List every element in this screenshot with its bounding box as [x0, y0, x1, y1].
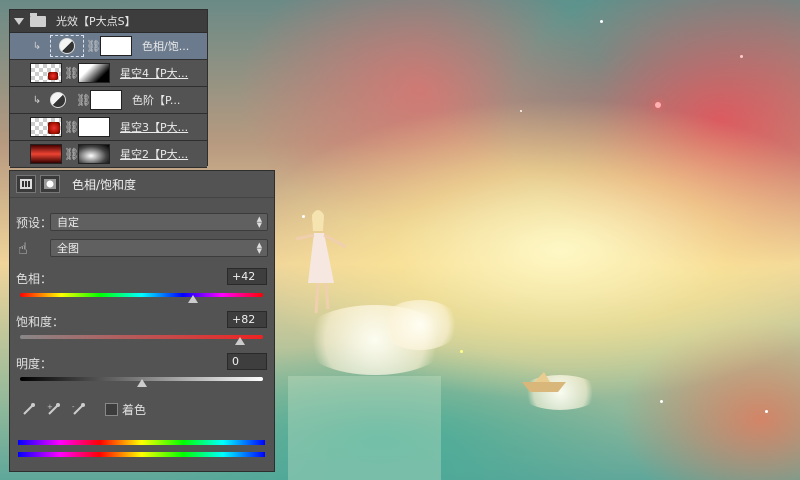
lightness-value-input[interactable]: 0 — [227, 353, 267, 370]
properties-title: 色相/饱和度 — [72, 177, 137, 192]
hue-value-input[interactable]: +42 — [227, 268, 267, 285]
star — [660, 400, 663, 403]
layer-row[interactable]: ↳ ⛓ 色相/饱... — [10, 33, 207, 60]
hue-slider-track[interactable] — [20, 293, 263, 297]
layer-row[interactable]: ↳ ⛓ 色阶【P... — [10, 87, 207, 114]
preset-row: 预设： — [16, 214, 52, 231]
channel-select[interactable]: 全图 ▲ ▼ — [50, 239, 268, 257]
hue-slider-thumb[interactable] — [187, 295, 198, 303]
output-color-bar — [18, 452, 265, 457]
eyedropper-plus-icon[interactable]: + — [47, 402, 61, 416]
input-color-bar — [18, 440, 265, 445]
eyedropper-minus-icon[interactable]: - — [72, 402, 86, 416]
hand-target-icon[interactable]: ☝ — [18, 239, 38, 259]
layer-name: 星空2【P大... — [120, 148, 189, 161]
link-chain-icon[interactable]: ⛓ — [86, 39, 101, 53]
svg-text:+: + — [47, 403, 53, 411]
link-chain-icon[interactable]: ⛓ — [76, 93, 91, 107]
link-chain-icon[interactable]: ⛓ — [64, 120, 79, 134]
properties-panel: 色相/饱和度 预设： 自定 ▲ ▼ ☝ 全图 ▲ ▼ 色相： +42 饱和度： +8… — [9, 170, 275, 472]
properties-header: 色相/饱和度 — [10, 171, 274, 198]
hue-label: 色相： — [16, 272, 53, 286]
expand-triangle-icon[interactable] — [14, 17, 24, 25]
star — [460, 350, 463, 353]
folder-icon — [30, 12, 46, 27]
star — [765, 410, 768, 413]
mask-tab-icon[interactable] — [40, 175, 60, 193]
layer-name: 色阶【P... — [132, 94, 181, 107]
star — [520, 110, 522, 112]
layer-group-name: 光效【P大点S】 — [56, 15, 136, 28]
saturation-slider-thumb[interactable] — [234, 337, 245, 345]
link-chain-icon[interactable]: ⛓ — [64, 66, 79, 80]
layer-thumbnail[interactable] — [30, 63, 62, 83]
layer-row[interactable]: ⛓ 星空4【P大... — [10, 60, 207, 87]
lightness-label: 明度： — [16, 357, 53, 371]
adjustment-layer-icon[interactable] — [50, 92, 66, 108]
layers-panel: 光效【P大点S】 ↳ ⛓ 色相/饱... ⛓ 星空4【P大... ↳ ⛓ 色阶【… — [9, 9, 208, 168]
overlay-rect — [288, 376, 441, 480]
layer-mask-thumbnail[interactable] — [90, 90, 122, 110]
clip-arrow-icon: ↳ — [32, 94, 42, 106]
adjustment-tab-icon[interactable] — [16, 175, 36, 193]
clip-arrow-icon: ↳ — [32, 40, 42, 52]
saturation-value-input[interactable]: +82 — [227, 311, 267, 328]
saturation-slider-track[interactable] — [20, 335, 263, 339]
layer-thumbnail[interactable] — [30, 117, 62, 137]
layer-name: 星空3【P大... — [120, 121, 189, 134]
star — [655, 102, 661, 108]
preset-label: 预设： — [16, 216, 53, 230]
layer-mask-thumbnail[interactable] — [78, 144, 110, 164]
lightness-slider-thumb[interactable] — [136, 379, 147, 387]
preset-value: 自定 — [57, 216, 79, 229]
eyedropper-icon[interactable] — [22, 402, 36, 416]
layer-row[interactable]: ⛓ 星空3【P大... — [10, 114, 207, 141]
star — [600, 20, 603, 23]
layer-group[interactable]: 光效【P大点S】 — [10, 10, 207, 33]
star — [740, 55, 743, 58]
link-chain-icon[interactable]: ⛓ — [64, 147, 79, 161]
layer-row[interactable]: ⛓ 星空2【P大... — [10, 141, 207, 168]
colorize-checkbox[interactable] — [105, 403, 118, 416]
layer-name: 星空4【P大... — [120, 67, 189, 80]
layer-name: 色相/饱... — [142, 40, 190, 53]
layer-mask-thumbnail[interactable] — [100, 36, 132, 56]
select-arrows-icon: ▲ ▼ — [256, 215, 262, 229]
girl-figure — [295, 210, 347, 314]
paper-boat — [522, 372, 566, 392]
channel-value: 全图 — [57, 242, 79, 255]
layer-thumbnail[interactable] — [30, 144, 62, 164]
svg-text:-: - — [72, 403, 75, 411]
layer-mask-thumbnail[interactable] — [78, 117, 110, 137]
layer-mask-thumbnail[interactable] — [78, 63, 110, 83]
cloud — [380, 300, 460, 350]
saturation-label: 饱和度： — [16, 315, 65, 329]
select-arrows-icon: ▲ ▼ — [256, 241, 262, 255]
adjustment-thumbnail[interactable] — [50, 35, 84, 57]
adjustment-layer-icon — [59, 38, 75, 54]
preset-select[interactable]: 自定 ▲ ▼ — [50, 213, 268, 231]
colorize-label: 着色 — [122, 403, 147, 417]
